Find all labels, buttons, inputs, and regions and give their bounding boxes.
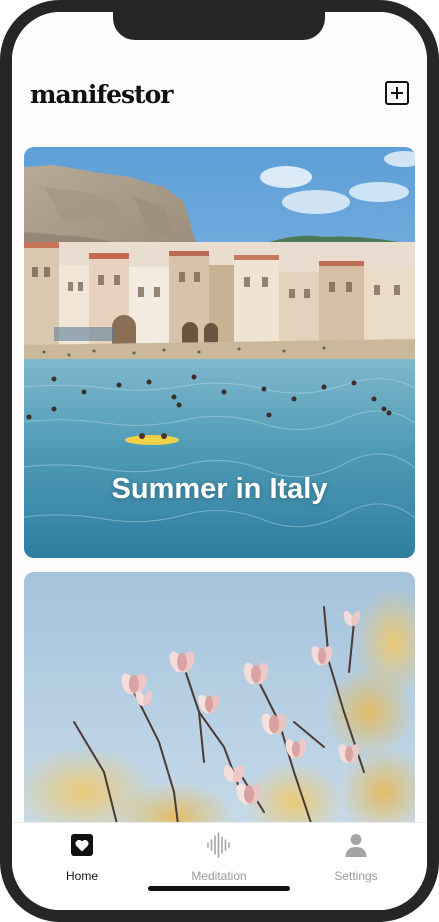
person-icon — [345, 834, 367, 857]
app-screen: manifestor Summer in Italy Home Meditati… — [12, 12, 427, 910]
sound-wave-icon — [207, 832, 230, 858]
phone-frame: manifestor Summer in Italy Home Meditati… — [0, 0, 439, 922]
tab-label: Meditation — [191, 869, 247, 883]
magnolia-blossoms-photo — [24, 572, 415, 822]
home-indicator[interactable] — [148, 886, 290, 891]
card-title: Summer in Italy — [111, 473, 328, 505]
tab-meditation[interactable]: Meditation — [159, 831, 279, 891]
manifest-card[interactable]: Summer in Italy — [24, 147, 415, 558]
tab-label: Home — [65, 869, 98, 883]
heart-square-icon — [71, 834, 93, 856]
tab-label: Settings — [334, 869, 378, 883]
tab-bar: Home Meditation Settings — [12, 822, 427, 910]
tab-home[interactable]: Home — [22, 831, 142, 891]
manifest-card[interactable] — [24, 572, 415, 822]
tab-settings[interactable]: Settings — [296, 831, 416, 891]
plus-square-icon[interactable] — [385, 81, 409, 105]
app-header: manifestor — [12, 78, 427, 118]
app-logo: manifestor — [30, 80, 173, 109]
manifest-feed[interactable]: Summer in Italy — [12, 147, 427, 822]
device-notch — [113, 12, 325, 40]
